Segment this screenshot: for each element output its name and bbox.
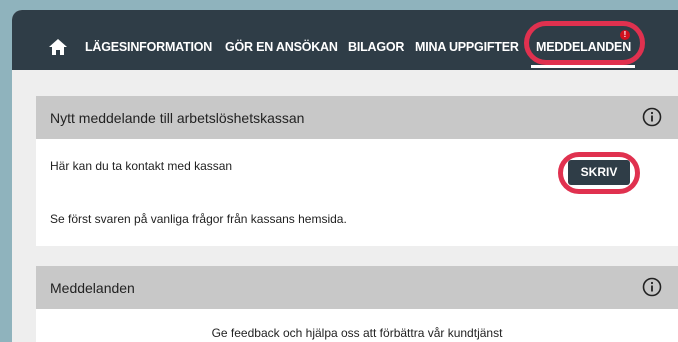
messages-header: Meddelanden — [36, 266, 678, 309]
home-icon[interactable] — [49, 39, 67, 55]
nav-item-mina-uppgifter[interactable]: MINA UPPGIFTER — [415, 39, 519, 55]
active-tab-indicator — [531, 65, 635, 68]
top-nav: LÄGESINFORMATION GÖR EN ANSÖKAN BILAGOR … — [12, 10, 678, 70]
highlight-ring-write-button — [558, 152, 640, 194]
messages-title: Meddelanden — [50, 280, 135, 296]
info-icon[interactable] — [642, 107, 662, 127]
app-frame: LÄGESINFORMATION GÖR EN ANSÖKAN BILAGOR … — [12, 10, 678, 342]
info-icon[interactable] — [642, 277, 662, 297]
feedback-link[interactable]: Ge feedback och hjälpa oss att förbättra… — [36, 326, 678, 340]
nav-item-bilagor[interactable]: BILAGOR — [348, 39, 404, 55]
messages-card: Meddelanden Ge feedback och hjälpa oss a… — [36, 266, 678, 342]
highlight-ring-meddelanden — [524, 21, 645, 65]
nav-item-lagesinformation[interactable]: LÄGESINFORMATION — [85, 39, 212, 55]
faq-text: Se först svaren på vanliga frågor från k… — [50, 212, 347, 226]
new-message-header: Nytt meddelande till arbetslöshetskassan — [36, 96, 678, 139]
new-message-title: Nytt meddelande till arbetslöshetskassan — [50, 110, 305, 126]
contact-text: Här kan du ta kontakt med kassan — [50, 159, 233, 173]
nav-item-gor-en-ansokan[interactable]: GÖR EN ANSÖKAN — [225, 39, 338, 55]
